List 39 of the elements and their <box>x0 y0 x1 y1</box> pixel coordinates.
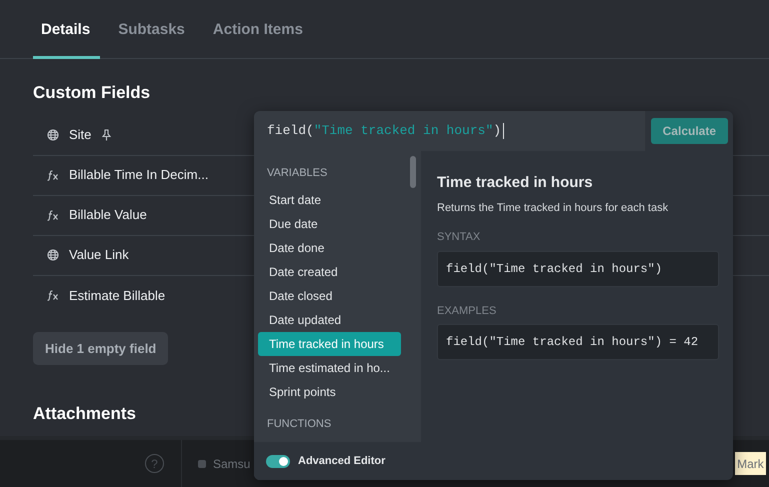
globe-icon <box>47 249 59 261</box>
tab[interactable]: Subtasks <box>108 18 195 59</box>
tab[interactable]: Details <box>33 18 100 59</box>
field-name[interactable]: Value Link <box>69 245 129 265</box>
code-block: field("Time tracked in hours") <box>437 250 719 286</box>
section-label: SYNTAX <box>437 230 482 245</box>
field-name[interactable]: Billable Value <box>69 205 147 225</box>
toggle-switch[interactable] <box>266 454 290 468</box>
hide-fields-button[interactable]: Hide 1 empty field <box>33 332 168 365</box>
section-title: Custom Fields <box>33 82 152 104</box>
variable-item[interactable]: Date done <box>258 236 401 260</box>
group-title: VARIABLES <box>266 166 328 181</box>
formula-icon <box>47 170 59 180</box>
detail-description: Returns the Time tracked in hours for each task <box>437 200 670 216</box>
item-label: Samsu <box>213 456 250 472</box>
field-name[interactable]: Estimate Billable <box>69 286 166 306</box>
code-block: field("Time tracked in hours") = 42 <box>437 324 719 360</box>
tab[interactable]: Action Items <box>202 18 313 59</box>
section-title: Attachments <box>33 403 136 425</box>
variable-item[interactable]: Date created <box>258 260 401 284</box>
variable-item[interactable]: Date closed <box>258 284 401 308</box>
variable-item[interactable]: Start date <box>258 188 401 212</box>
variable-item[interactable]: Due date <box>258 212 401 236</box>
detail-title: Time tracked in hours <box>437 173 594 193</box>
section-label: EXAMPLES <box>437 304 498 318</box>
formula-icon <box>47 290 59 301</box>
globe-icon <box>47 129 59 141</box>
variable-item[interactable]: Date updated <box>258 308 401 332</box>
checkbox[interactable] <box>198 460 206 468</box>
field-name[interactable]: Billable Time In Decim... <box>69 165 208 185</box>
group-title: FUNCTIONS <box>266 416 332 432</box>
formula-icon <box>47 210 59 220</box>
variable-item[interactable]: Time estimated in ho... <box>258 356 401 380</box>
field-name[interactable]: Site <box>69 125 92 145</box>
toggle-label: Advanced Editor <box>298 454 386 469</box>
scrollbar[interactable] <box>410 156 416 188</box>
item-label: Mark <box>734 452 766 475</box>
variable-item[interactable]: Sprint points <box>258 380 401 404</box>
formula-input[interactable]: field("Time tracked in hours") <box>254 111 646 151</box>
